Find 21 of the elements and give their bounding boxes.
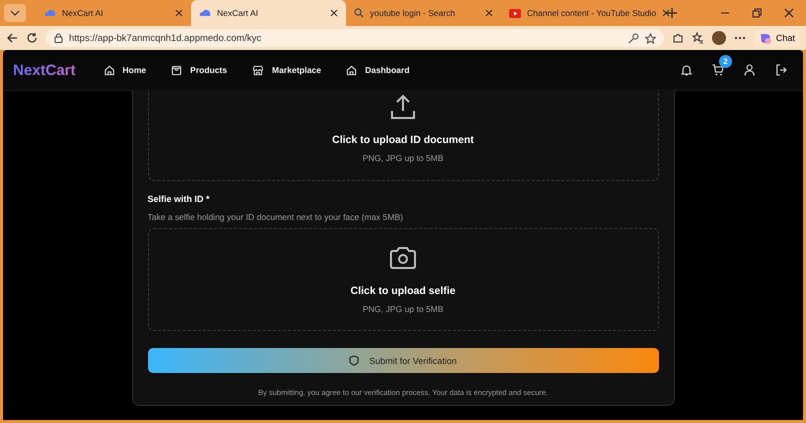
- nav-link[interactable]: Marketplace: [252, 64, 322, 76]
- nav-link[interactable]: Dashboard: [346, 64, 410, 76]
- cart-count-badge: 2: [719, 55, 732, 68]
- browser-tab[interactable]: Channel content - YouTube Studio: [501, 0, 656, 26]
- id-upload-area[interactable]: Click to upload ID document PNG, JPG up to 5MB: [148, 90, 658, 181]
- browser-tab[interactable]: youtube login - Search: [346, 0, 501, 26]
- submit-button[interactable]: Submit for Verification: [148, 348, 658, 373]
- chat-button[interactable]: Chat: [754, 30, 800, 46]
- upload-title: Click to upload selfie: [350, 285, 456, 297]
- browser-tab[interactable]: NexCart AI: [191, 0, 346, 26]
- selfie-upload-area[interactable]: Click to upload selfie PNG, JPG up to 5MB: [148, 228, 658, 331]
- logo[interactable]: NextCart: [13, 62, 76, 78]
- field-label: Selfie with ID *: [148, 194, 211, 204]
- browser-tab[interactable]: NexCart AI: [36, 0, 191, 26]
- nav-link[interactable]: Products: [171, 64, 227, 76]
- nav-link[interactable]: Home: [104, 64, 146, 76]
- address-field[interactable]: https://app-bk7anmcqnh1d.appmedo.com/kyc: [46, 29, 664, 47]
- upload-title: Click to upload ID document: [332, 134, 474, 146]
- upload-hint: PNG, JPG up to 5MB: [362, 304, 444, 314]
- upload-hint: PNG, JPG up to 5MB: [362, 153, 444, 163]
- field-description: Take a selfie holding your ID document next to your face (max 5MB): [148, 212, 404, 222]
